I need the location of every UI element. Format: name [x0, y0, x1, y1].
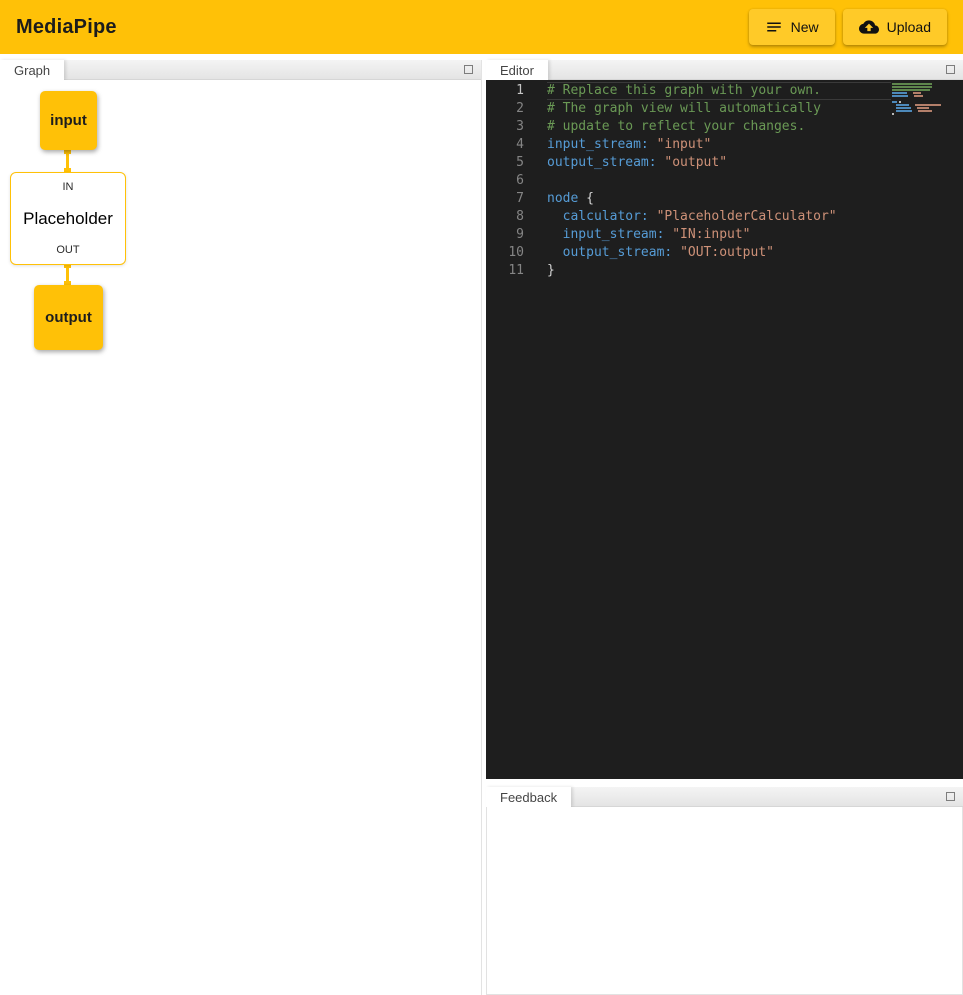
- minimap[interactable]: [892, 83, 948, 116]
- mediapipe-app: MediaPipe New Upload: [0, 0, 963, 995]
- out-port-label: OUT: [56, 244, 79, 256]
- new-button-label: New: [791, 19, 819, 35]
- node-output-stream[interactable]: output: [34, 285, 103, 350]
- code-lines[interactable]: # Replace this graph with your own.# The…: [547, 82, 891, 280]
- tab-editor[interactable]: Editor: [486, 60, 548, 80]
- maximize-icon[interactable]: [464, 65, 473, 74]
- upload-button[interactable]: Upload: [843, 9, 947, 45]
- maximize-icon[interactable]: [946, 65, 955, 74]
- new-button[interactable]: New: [749, 9, 835, 45]
- upload-button-label: Upload: [887, 19, 931, 35]
- placeholder-node-label: Placeholder: [23, 209, 113, 229]
- line-numbers: 1234567891011: [486, 82, 524, 280]
- code-line: # The graph view will automatically: [547, 100, 891, 118]
- graph-canvas[interactable]: input IN Placeholder OUT output: [0, 80, 481, 995]
- node-output-label: output: [45, 309, 92, 326]
- code-line: calculator: "PlaceholderCalculator": [547, 208, 891, 226]
- tab-feedback[interactable]: Feedback: [486, 787, 571, 807]
- feedback-panel: Feedback: [486, 787, 963, 995]
- feedback-tabbar: Feedback: [486, 787, 963, 807]
- node-input-stream[interactable]: input: [40, 91, 97, 150]
- tab-editor-label: Editor: [500, 63, 534, 78]
- code-line: input_stream: "input": [547, 136, 891, 154]
- in-port-label: IN: [63, 181, 74, 193]
- graph-tabbar: Graph: [0, 60, 481, 80]
- tab-feedback-label: Feedback: [500, 790, 557, 805]
- editor-panel: Editor 1234567891011 # Replace this grap…: [486, 60, 963, 779]
- code-line: # Replace this graph with your own.: [547, 82, 891, 100]
- notes-icon: [765, 18, 783, 36]
- app-header: MediaPipe New Upload: [0, 0, 963, 54]
- code-line: output_stream: "OUT:output": [547, 244, 891, 262]
- editor-tabbar: Editor: [486, 60, 963, 80]
- header-actions: New Upload: [749, 9, 947, 45]
- code-editor[interactable]: 1234567891011 # Replace this graph with …: [486, 80, 963, 779]
- node-input-label: input: [50, 112, 87, 129]
- code-line: node {: [547, 190, 891, 208]
- app-title: MediaPipe: [16, 16, 117, 39]
- code-line: output_stream: "output": [547, 154, 891, 172]
- maximize-icon[interactable]: [946, 792, 955, 801]
- feedback-content: [486, 807, 963, 995]
- code-line: [547, 172, 891, 190]
- graph-panel: Graph input IN Placeholder OUT output: [0, 60, 482, 995]
- tab-graph-label: Graph: [14, 63, 50, 78]
- code-line: input_stream: "IN:input": [547, 226, 891, 244]
- tab-graph[interactable]: Graph: [0, 60, 64, 80]
- node-placeholder-calculator[interactable]: IN Placeholder OUT: [10, 172, 126, 265]
- cloud-upload-icon: [859, 17, 879, 37]
- code-line: }: [547, 262, 891, 280]
- code-line: # update to reflect your changes.: [547, 118, 891, 136]
